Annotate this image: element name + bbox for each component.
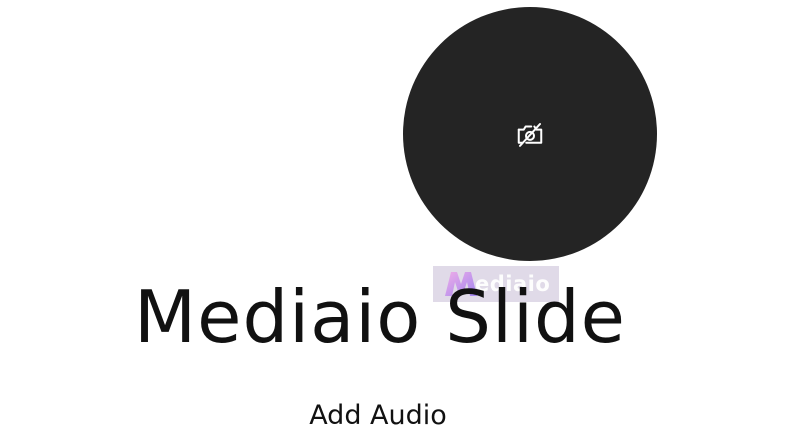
add-audio-button[interactable]: Add Audio	[278, 394, 478, 436]
camera-off-icon	[517, 123, 543, 147]
slide-title[interactable]: Mediaio Slide	[0, 272, 760, 362]
slide-canvas: ediaio Mediaio Slide Add Audio	[0, 0, 800, 443]
media-placeholder-circle[interactable]	[403, 7, 657, 261]
